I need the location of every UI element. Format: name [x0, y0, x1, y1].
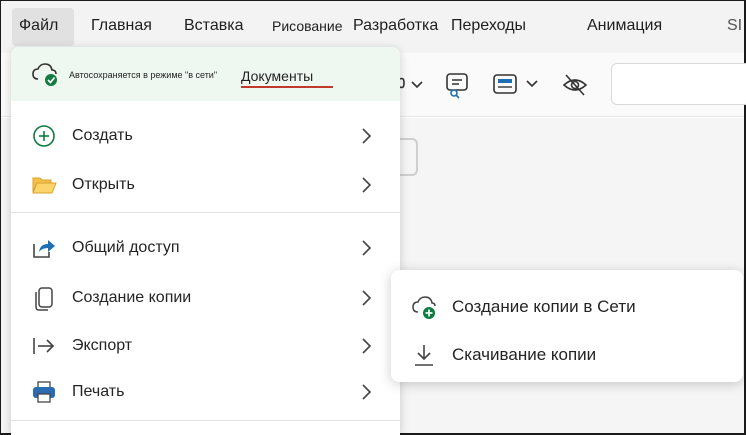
menu-item-label: Общий доступ [72, 239, 180, 256]
autosave-banner: Автосохраняется в режиме "в сети" Докуме… [11, 47, 400, 101]
tab-transitions[interactable]: Переходы [451, 17, 526, 35]
submenu-item-label: Скачивание копии [452, 345, 597, 364]
menu-item-new[interactable]: Создать [11, 113, 400, 159]
tab-file[interactable]: Файл [19, 17, 58, 35]
tab-slideshow[interactable]: SI [727, 17, 742, 35]
submenu-item-download-copy[interactable]: Скачивание копии [391, 330, 743, 378]
dropdown-partial-icon[interactable] [398, 75, 428, 95]
ribbon-search-box[interactable] [611, 63, 746, 105]
menu-item-open[interactable]: Открыть [11, 162, 400, 208]
menu-item-label: Экспорт [72, 337, 133, 354]
menu-item-label: Создать [72, 127, 133, 144]
menu-item-label: Печать [72, 383, 125, 400]
export-arrow-icon [33, 338, 55, 354]
menu-item-label: Создание копии [72, 289, 192, 306]
submenu-item-save-online[interactable]: Создание копии в Сети [391, 282, 743, 330]
autosave-location-link[interactable]: Документы [241, 68, 313, 84]
cloud-add-icon [412, 296, 436, 319]
menu-divider [11, 212, 400, 213]
file-menu: Автосохраняется в режиме "в сети" Докуме… [11, 47, 400, 435]
plus-circle-icon [33, 125, 55, 147]
chevron-right-icon [362, 240, 372, 256]
save-copy-submenu: Создание копии в Сети Скачивание копии [391, 270, 743, 382]
menu-item-share[interactable]: Общий доступ [11, 225, 400, 271]
menu-item-save-copy[interactable]: Создание копии [11, 275, 400, 321]
download-icon [415, 345, 433, 366]
autosave-status-text: Автосохраняется в режиме "в сети" [69, 70, 218, 80]
tab-developer[interactable]: Разработка [353, 17, 438, 35]
chevron-right-icon [362, 338, 372, 354]
share-icon [33, 240, 55, 258]
ribbon-tab-bar: Файл Главная Вставка Рисование Разработк… [1, 1, 744, 53]
layout-icon[interactable] [491, 71, 547, 99]
tab-draw[interactable]: Рисование [272, 18, 343, 34]
autosave-location-underline [241, 86, 333, 88]
menu-item-print[interactable]: Печать [11, 369, 400, 415]
folder-open-icon [32, 177, 57, 194]
eye-hidden-icon[interactable] [561, 71, 589, 99]
comment-search-icon[interactable] [444, 71, 472, 99]
chevron-right-icon [362, 384, 372, 400]
chevron-right-icon [362, 177, 372, 193]
chevron-right-icon [362, 128, 372, 144]
submenu-item-label: Создание копии в Сети [452, 297, 636, 316]
tab-home[interactable]: Главная [91, 17, 152, 35]
menu-divider [11, 420, 400, 421]
tab-animations[interactable]: Анимация [587, 17, 662, 35]
menu-item-label: Открыть [72, 176, 135, 193]
tab-insert[interactable]: Вставка [184, 17, 243, 35]
chevron-right-icon [362, 290, 372, 306]
cloud-sync-check-icon [32, 63, 57, 86]
menu-item-export[interactable]: Экспорт [11, 323, 400, 369]
printer-icon [33, 381, 55, 403]
copy-icon [35, 287, 53, 311]
